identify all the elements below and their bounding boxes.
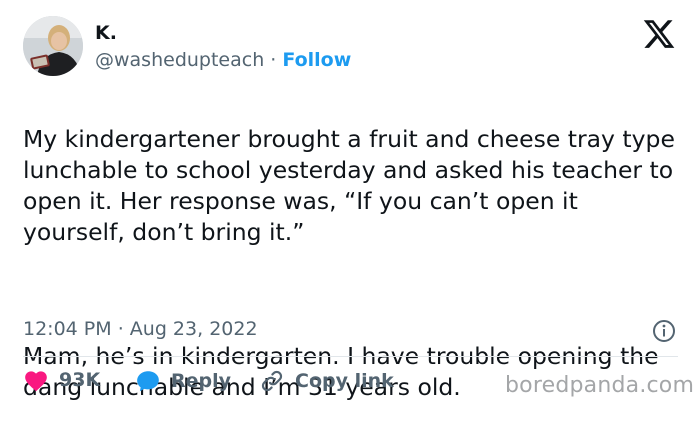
follow-button[interactable]: Follow bbox=[282, 49, 351, 71]
timestamp-separator: · bbox=[117, 318, 124, 340]
heart-icon bbox=[25, 371, 47, 392]
divider bbox=[23, 356, 678, 357]
tweet-paragraph-1: My kindergartener brought a fruit and ch… bbox=[23, 125, 675, 246]
avatar[interactable] bbox=[23, 16, 83, 76]
tweet-time: 12:04 PM bbox=[23, 318, 112, 340]
reply-label: Reply bbox=[171, 370, 232, 392]
copy-link-label: Copy link bbox=[295, 370, 394, 392]
watermark: boredpanda.com bbox=[505, 373, 695, 398]
tweet-timestamp[interactable]: 12:04 PM · Aug 23, 2022 bbox=[23, 318, 258, 340]
reply-button[interactable]: Reply bbox=[135, 368, 231, 394]
like-button[interactable]: 93K bbox=[23, 368, 100, 392]
author-name[interactable]: K. bbox=[95, 22, 117, 44]
link-icon bbox=[261, 370, 283, 392]
x-logo-icon[interactable] bbox=[641, 17, 677, 51]
like-count: 93K bbox=[59, 369, 101, 391]
avatar-photo bbox=[23, 16, 83, 76]
author-handle-row: @washedupteach · Follow bbox=[95, 49, 351, 71]
info-icon[interactable] bbox=[652, 319, 676, 343]
copy-link-button[interactable]: Copy link bbox=[259, 368, 394, 394]
author-handle[interactable]: @washedupteach bbox=[95, 49, 264, 71]
handle-separator: · bbox=[270, 49, 277, 71]
tweet-date: Aug 23, 2022 bbox=[129, 318, 258, 340]
speech-bubble-icon bbox=[137, 371, 159, 392]
